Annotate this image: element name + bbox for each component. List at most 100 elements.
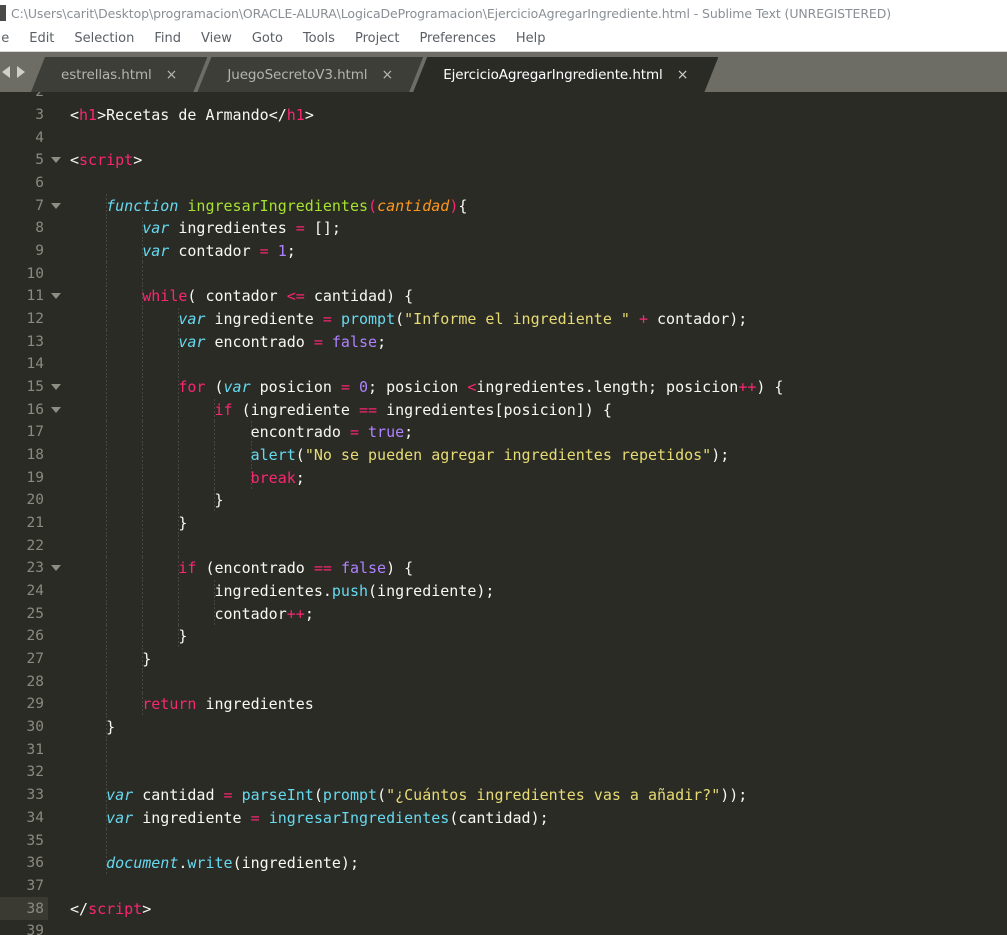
code-line[interactable]: 15 for (var posicion = 0; posicion <ingr… <box>0 376 1007 399</box>
code-line[interactable]: 33 var cantidad = parseInt(prompt("¿Cuán… <box>0 784 1007 807</box>
code-line[interactable]: 37 <box>0 875 1007 898</box>
code-line[interactable]: 16 if (ingrediente == ingredientes[posic… <box>0 398 1007 421</box>
menu-item-find[interactable]: Find <box>144 26 191 51</box>
code-line[interactable]: 12 var ingrediente = prompt("Informe el … <box>0 308 1007 331</box>
code-line[interactable]: 31 <box>0 738 1007 761</box>
code-line[interactable]: 4 <box>0 126 1007 149</box>
fold-arrow-icon[interactable] <box>48 376 64 399</box>
tab-inactive[interactable]: estrellas.html × <box>31 57 207 92</box>
token: (ingrediente); <box>232 854 359 873</box>
menu-item-edit[interactable]: Edit <box>19 26 64 51</box>
code-line[interactable]: 24 ingredientes.push(ingrediente); <box>0 580 1007 603</box>
token: ( <box>313 786 323 805</box>
menu-item-preferences[interactable]: Preferences <box>409 26 505 51</box>
token: = <box>349 423 359 442</box>
code-line[interactable]: 21 } <box>0 512 1007 535</box>
code-line[interactable]: 17 encontrado = true; <box>0 421 1007 444</box>
fold-arrow-icon[interactable] <box>48 149 64 172</box>
code-line[interactable]: 23 if (encontrado == false) { <box>0 557 1007 580</box>
code-line[interactable]: 18 alert("No se pueden agregar ingredien… <box>0 444 1007 467</box>
code-line[interactable]: 35 <box>0 829 1007 852</box>
code-text: if (ingrediente == ingredientes[posicion… <box>64 401 1007 419</box>
menu-item-help[interactable]: Help <box>506 26 556 51</box>
tab-active[interactable]: EjercicioAgregarIngrediente.html × <box>413 57 718 92</box>
chevron-down-icon[interactable] <box>51 384 61 391</box>
chevron-down-icon[interactable] <box>51 565 61 572</box>
code-line[interactable]: 14 <box>0 353 1007 376</box>
code-text: } <box>64 514 1007 532</box>
token: ingrediente <box>205 310 323 329</box>
token: ingredientes. <box>70 582 332 601</box>
token: } <box>70 627 188 646</box>
arrow-right-icon[interactable] <box>17 66 25 78</box>
token: "No se pueden agregar ingredientes repet… <box>304 446 712 465</box>
token: ( contador <box>187 287 287 306</box>
tab-nav-arrows[interactable] <box>0 52 31 92</box>
chevron-down-icon[interactable] <box>51 293 61 300</box>
menu-item-ile[interactable]: ile <box>0 26 19 51</box>
code-line[interactable]: 13 var encontrado = false; <box>0 330 1007 353</box>
token: ( <box>295 446 305 465</box>
token: write <box>187 854 233 873</box>
menu-item-project[interactable]: Project <box>345 26 409 51</box>
code-text: } <box>64 627 1007 645</box>
menu-item-goto[interactable]: Goto <box>242 26 293 51</box>
tab-close-icon[interactable]: × <box>677 68 719 82</box>
code-line[interactable]: 36 document.write(ingrediente); <box>0 852 1007 875</box>
chevron-down-icon[interactable] <box>51 157 61 164</box>
code-line[interactable]: 11 while( contador <= cantidad) { <box>0 285 1007 308</box>
line-number: 19 <box>26 469 44 486</box>
code-line[interactable]: 27 } <box>0 648 1007 671</box>
code-line[interactable]: 9 var contador = 1; <box>0 240 1007 263</box>
code-editor[interactable]: 2 3 <h1>Recetas de Armando</h1> 4 5 <script> 6… <box>0 92 1007 935</box>
tab-inactive[interactable]: JuegoSecretoV3.html × <box>197 57 423 92</box>
code-line[interactable]: 22 <box>0 534 1007 557</box>
code-line[interactable]: 6 <box>0 172 1007 195</box>
fold-arrow-icon[interactable] <box>48 285 64 308</box>
code-text: for (var posicion = 0; posicion <ingredi… <box>64 378 1007 396</box>
line-gutter: 17 <box>0 421 48 444</box>
code-line[interactable]: 10 <box>0 262 1007 285</box>
menu-item-tools[interactable]: Tools <box>293 26 345 51</box>
line-number: 39 <box>26 923 44 935</box>
token: var <box>106 786 134 805</box>
code-line[interactable]: 38 </script> <box>0 897 1007 920</box>
code-line[interactable]: 19 break; <box>0 466 1007 489</box>
code-line[interactable]: 28 <box>0 670 1007 693</box>
chevron-down-icon[interactable] <box>51 202 61 209</box>
code-line[interactable]: 8 var ingredientes = []; <box>0 217 1007 240</box>
code-line[interactable]: 5 <script> <box>0 149 1007 172</box>
arrow-left-icon[interactable] <box>2 66 10 78</box>
code-line[interactable]: 2 <box>0 92 1007 104</box>
fold-arrow-icon[interactable] <box>48 194 64 217</box>
code-line[interactable]: 3 <h1>Recetas de Armando</h1> <box>0 104 1007 127</box>
fold-arrow-icon[interactable] <box>48 557 64 580</box>
chevron-down-icon[interactable] <box>51 406 61 413</box>
token: > <box>142 899 152 918</box>
code-line[interactable]: 30 } <box>0 716 1007 739</box>
token: if <box>214 400 233 419</box>
token: = <box>313 332 323 351</box>
token: return <box>142 695 197 714</box>
code-line[interactable]: 20 } <box>0 489 1007 512</box>
menu-item-view[interactable]: View <box>191 26 242 51</box>
code-line[interactable]: 7 function ingresarIngredientes(cantidad… <box>0 194 1007 217</box>
code-text: encontrado = true; <box>64 423 1007 441</box>
code-line[interactable]: 34 var ingrediente = ingresarIngrediente… <box>0 807 1007 830</box>
menu-item-selection[interactable]: Selection <box>64 26 144 51</box>
code-line[interactable]: 39 <box>0 920 1007 935</box>
token: < <box>70 106 80 124</box>
code-line[interactable]: 32 <box>0 761 1007 784</box>
code-line[interactable]: 29 return ingredientes <box>0 693 1007 716</box>
code-line[interactable]: 25 contador++; <box>0 602 1007 625</box>
token: = <box>259 242 269 261</box>
fold-arrow-icon[interactable] <box>48 398 64 421</box>
token: cantidad <box>133 786 224 805</box>
code-line[interactable]: 26 } <box>0 625 1007 648</box>
